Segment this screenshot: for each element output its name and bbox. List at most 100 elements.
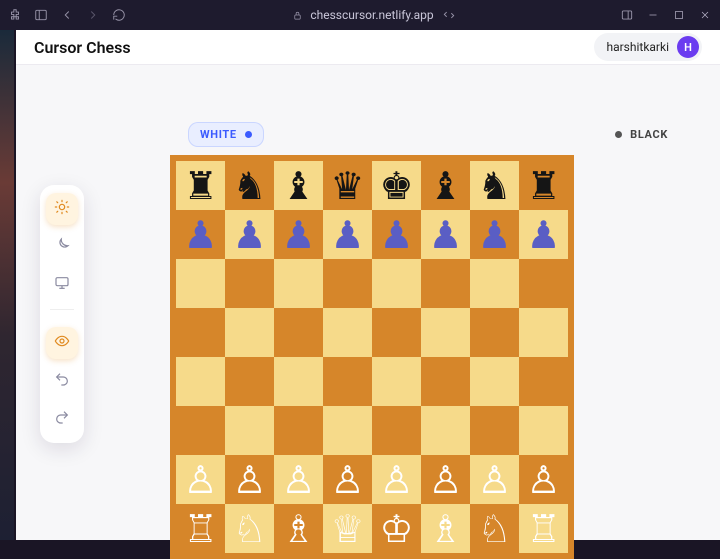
piece-wp[interactable]: ♙ bbox=[281, 461, 315, 499]
square[interactable] bbox=[274, 259, 323, 308]
square[interactable]: ♝ bbox=[421, 161, 470, 210]
theme-light-button[interactable] bbox=[46, 193, 78, 225]
square[interactable]: ♟ bbox=[421, 210, 470, 259]
square[interactable] bbox=[323, 308, 372, 357]
square[interactable] bbox=[323, 406, 372, 455]
piece-bp[interactable]: ♟ bbox=[232, 216, 266, 254]
panel-icon[interactable] bbox=[620, 8, 634, 22]
square[interactable] bbox=[274, 357, 323, 406]
square[interactable]: ♖ bbox=[176, 504, 225, 553]
square[interactable] bbox=[274, 406, 323, 455]
piece-br[interactable]: ♜ bbox=[526, 167, 560, 205]
piece-wq[interactable]: ♕ bbox=[330, 510, 364, 548]
piece-wr[interactable]: ♖ bbox=[183, 510, 217, 548]
square[interactable]: ♘ bbox=[225, 504, 274, 553]
theme-dark-button[interactable] bbox=[46, 231, 78, 263]
square[interactable] bbox=[421, 357, 470, 406]
piece-wr[interactable]: ♖ bbox=[526, 510, 560, 548]
square[interactable]: ♙ bbox=[519, 455, 568, 504]
piece-wb[interactable]: ♗ bbox=[281, 510, 315, 548]
square[interactable]: ♟ bbox=[225, 210, 274, 259]
address-bar[interactable]: chesscursor.netlify.app bbox=[290, 8, 433, 22]
square[interactable] bbox=[176, 259, 225, 308]
piece-bp[interactable]: ♟ bbox=[477, 216, 511, 254]
square[interactable]: ♘ bbox=[470, 504, 519, 553]
settings-toggle-icon[interactable] bbox=[442, 8, 456, 22]
piece-wp[interactable]: ♙ bbox=[428, 461, 462, 499]
square[interactable] bbox=[372, 308, 421, 357]
redo-button[interactable] bbox=[46, 403, 78, 435]
undo-button[interactable] bbox=[46, 365, 78, 397]
square[interactable] bbox=[176, 357, 225, 406]
square[interactable]: ♙ bbox=[470, 455, 519, 504]
piece-bp[interactable]: ♟ bbox=[526, 216, 560, 254]
square[interactable]: ♖ bbox=[519, 504, 568, 553]
sidebar-toggle-icon[interactable] bbox=[34, 8, 48, 22]
square[interactable]: ♛ bbox=[323, 161, 372, 210]
square[interactable]: ♙ bbox=[274, 455, 323, 504]
square[interactable] bbox=[519, 259, 568, 308]
square[interactable]: ♕ bbox=[323, 504, 372, 553]
square[interactable]: ♟ bbox=[519, 210, 568, 259]
window-close-icon[interactable] bbox=[698, 8, 712, 22]
square[interactable]: ♜ bbox=[519, 161, 568, 210]
piece-bp[interactable]: ♟ bbox=[281, 216, 315, 254]
window-minimize-icon[interactable] bbox=[646, 8, 660, 22]
square[interactable]: ♙ bbox=[323, 455, 372, 504]
theme-system-button[interactable] bbox=[46, 269, 78, 301]
square[interactable]: ♟ bbox=[323, 210, 372, 259]
square[interactable]: ♙ bbox=[421, 455, 470, 504]
visibility-button[interactable] bbox=[46, 327, 78, 359]
square[interactable] bbox=[225, 406, 274, 455]
ext-icon[interactable] bbox=[8, 8, 22, 22]
square[interactable]: ♙ bbox=[176, 455, 225, 504]
user-menu[interactable]: harshitkarki H bbox=[594, 33, 702, 61]
piece-bq[interactable]: ♛ bbox=[330, 167, 364, 205]
square[interactable]: ♗ bbox=[274, 504, 323, 553]
piece-bk[interactable]: ♚ bbox=[379, 167, 413, 205]
nav-reload-icon[interactable] bbox=[112, 8, 126, 22]
square[interactable]: ♞ bbox=[225, 161, 274, 210]
piece-wp[interactable]: ♙ bbox=[232, 461, 266, 499]
piece-bp[interactable]: ♟ bbox=[330, 216, 364, 254]
piece-wp[interactable]: ♙ bbox=[183, 461, 217, 499]
piece-bn[interactable]: ♞ bbox=[232, 167, 266, 205]
turn-pill-white[interactable]: WHITE bbox=[188, 122, 264, 147]
square[interactable] bbox=[470, 406, 519, 455]
piece-wp[interactable]: ♙ bbox=[526, 461, 560, 499]
piece-wp[interactable]: ♙ bbox=[379, 461, 413, 499]
square[interactable] bbox=[225, 259, 274, 308]
square[interactable] bbox=[372, 406, 421, 455]
nav-forward-icon[interactable] bbox=[86, 8, 100, 22]
piece-bn[interactable]: ♞ bbox=[477, 167, 511, 205]
square[interactable]: ♟ bbox=[372, 210, 421, 259]
square[interactable]: ♟ bbox=[274, 210, 323, 259]
piece-wp[interactable]: ♙ bbox=[477, 461, 511, 499]
square[interactable]: ♝ bbox=[274, 161, 323, 210]
square[interactable]: ♟ bbox=[470, 210, 519, 259]
square[interactable] bbox=[421, 308, 470, 357]
square[interactable] bbox=[519, 308, 568, 357]
piece-wn[interactable]: ♘ bbox=[232, 510, 266, 548]
square[interactable] bbox=[323, 357, 372, 406]
window-maximize-icon[interactable] bbox=[672, 8, 686, 22]
square[interactable] bbox=[176, 406, 225, 455]
square[interactable] bbox=[274, 308, 323, 357]
piece-bp[interactable]: ♟ bbox=[379, 216, 413, 254]
square[interactable] bbox=[323, 259, 372, 308]
turn-pill-black[interactable]: BLACK bbox=[603, 122, 680, 147]
square[interactable] bbox=[225, 357, 274, 406]
piece-bb[interactable]: ♝ bbox=[428, 167, 462, 205]
square[interactable] bbox=[470, 357, 519, 406]
square[interactable] bbox=[519, 406, 568, 455]
nav-back-icon[interactable] bbox=[60, 8, 74, 22]
square[interactable]: ♗ bbox=[421, 504, 470, 553]
square[interactable] bbox=[421, 406, 470, 455]
piece-br[interactable]: ♜ bbox=[183, 167, 217, 205]
square[interactable]: ♚ bbox=[372, 161, 421, 210]
square[interactable] bbox=[470, 259, 519, 308]
square[interactable] bbox=[225, 308, 274, 357]
piece-bb[interactable]: ♝ bbox=[281, 167, 315, 205]
square[interactable] bbox=[470, 308, 519, 357]
square[interactable] bbox=[372, 259, 421, 308]
